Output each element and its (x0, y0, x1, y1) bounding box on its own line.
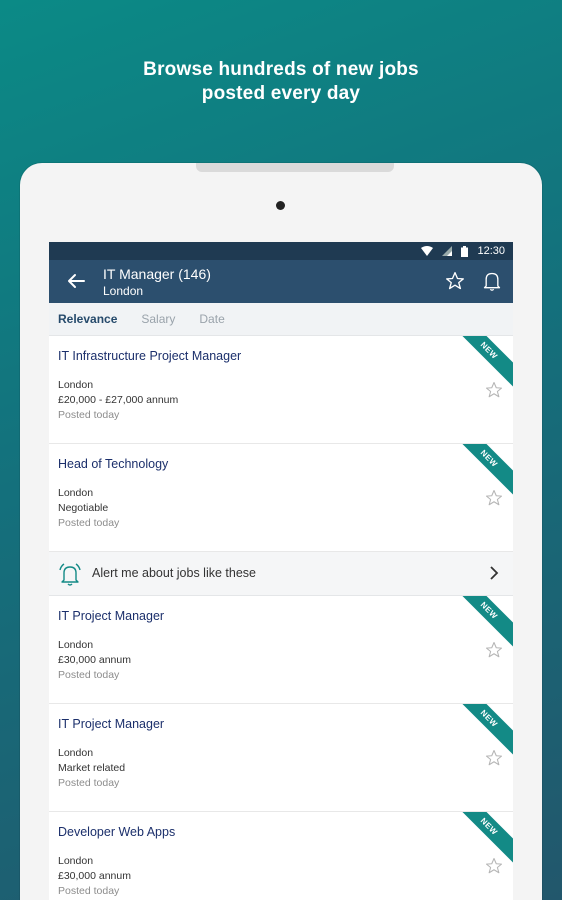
tablet-speaker (196, 163, 394, 172)
job-location: London (58, 639, 94, 651)
job-posted: Posted today (58, 517, 120, 529)
new-badge: NEW (447, 704, 513, 760)
save-job-star-icon[interactable] (485, 489, 503, 512)
save-job-star-icon[interactable] (485, 641, 503, 664)
job-posted: Posted today (58, 777, 120, 789)
job-card[interactable]: NEW Developer Web Apps London £30,000 an… (49, 812, 513, 900)
status-bar: 12:30 (49, 242, 513, 260)
save-job-star-icon[interactable] (485, 857, 503, 880)
sort-tabs: Relevance Salary Date (49, 303, 513, 336)
signal-icon (442, 246, 453, 256)
job-card[interactable]: NEW IT Project Manager London £30,000 an… (49, 596, 513, 704)
save-job-star-icon[interactable] (485, 381, 503, 404)
headline-line-2: posted every day (201, 83, 361, 104)
tab-relevance[interactable]: Relevance (58, 312, 117, 326)
chevron-right-icon (489, 566, 499, 585)
job-alert-text: Alert me about jobs like these (92, 566, 256, 580)
job-salary: £30,000 annum (58, 870, 131, 882)
wifi-icon (421, 246, 434, 256)
job-location: London (58, 379, 94, 391)
job-card[interactable]: NEW Head of Technology London Negotiable… (49, 444, 513, 552)
bell-icon[interactable] (482, 270, 502, 297)
job-posted: Posted today (58, 409, 120, 421)
new-badge: NEW (447, 812, 513, 868)
search-title: IT Manager (146) (103, 266, 211, 282)
job-title[interactable]: IT Project Manager (58, 717, 164, 731)
headline-line-1: Browse hundreds of new jobs (143, 59, 419, 80)
headline: Browse hundreds of new jobs posted every… (0, 58, 562, 106)
app-screen: 12:30 IT Manager (146) London Relevance … (49, 242, 513, 900)
save-job-star-icon[interactable] (485, 749, 503, 772)
battery-icon (461, 245, 469, 257)
tab-salary[interactable]: Salary (141, 312, 175, 326)
job-title[interactable]: IT Infrastructure Project Manager (58, 349, 241, 363)
job-posted: Posted today (58, 885, 120, 897)
job-salary: £30,000 annum (58, 654, 131, 666)
new-badge: NEW (447, 336, 513, 392)
save-search-star-icon[interactable] (445, 271, 465, 296)
job-location: London (58, 855, 94, 867)
job-title[interactable]: Head of Technology (58, 457, 168, 471)
job-alert-row[interactable]: Alert me about jobs like these (49, 552, 513, 596)
job-salary: £20,000 - £27,000 annum (58, 394, 179, 406)
job-title[interactable]: Developer Web Apps (58, 825, 175, 839)
tab-date[interactable]: Date (199, 312, 224, 326)
back-arrow-icon[interactable] (67, 273, 87, 291)
job-posted: Posted today (58, 669, 120, 681)
app-bar: IT Manager (146) London (49, 260, 513, 303)
job-title[interactable]: IT Project Manager (58, 609, 164, 623)
tablet-camera (276, 201, 285, 210)
job-card[interactable]: NEW IT Project Manager London Market rel… (49, 704, 513, 812)
job-salary: Negotiable (58, 502, 109, 514)
new-badge: NEW (447, 596, 513, 652)
job-location: London (58, 747, 94, 759)
status-time: 12:30 (477, 245, 505, 257)
job-location: London (58, 487, 94, 499)
search-location: London (103, 284, 144, 298)
job-salary: Market related (58, 762, 126, 774)
job-card[interactable]: NEW IT Infrastructure Project Manager Lo… (49, 336, 513, 444)
ringing-bell-icon (58, 561, 82, 592)
new-badge: NEW (447, 444, 513, 500)
